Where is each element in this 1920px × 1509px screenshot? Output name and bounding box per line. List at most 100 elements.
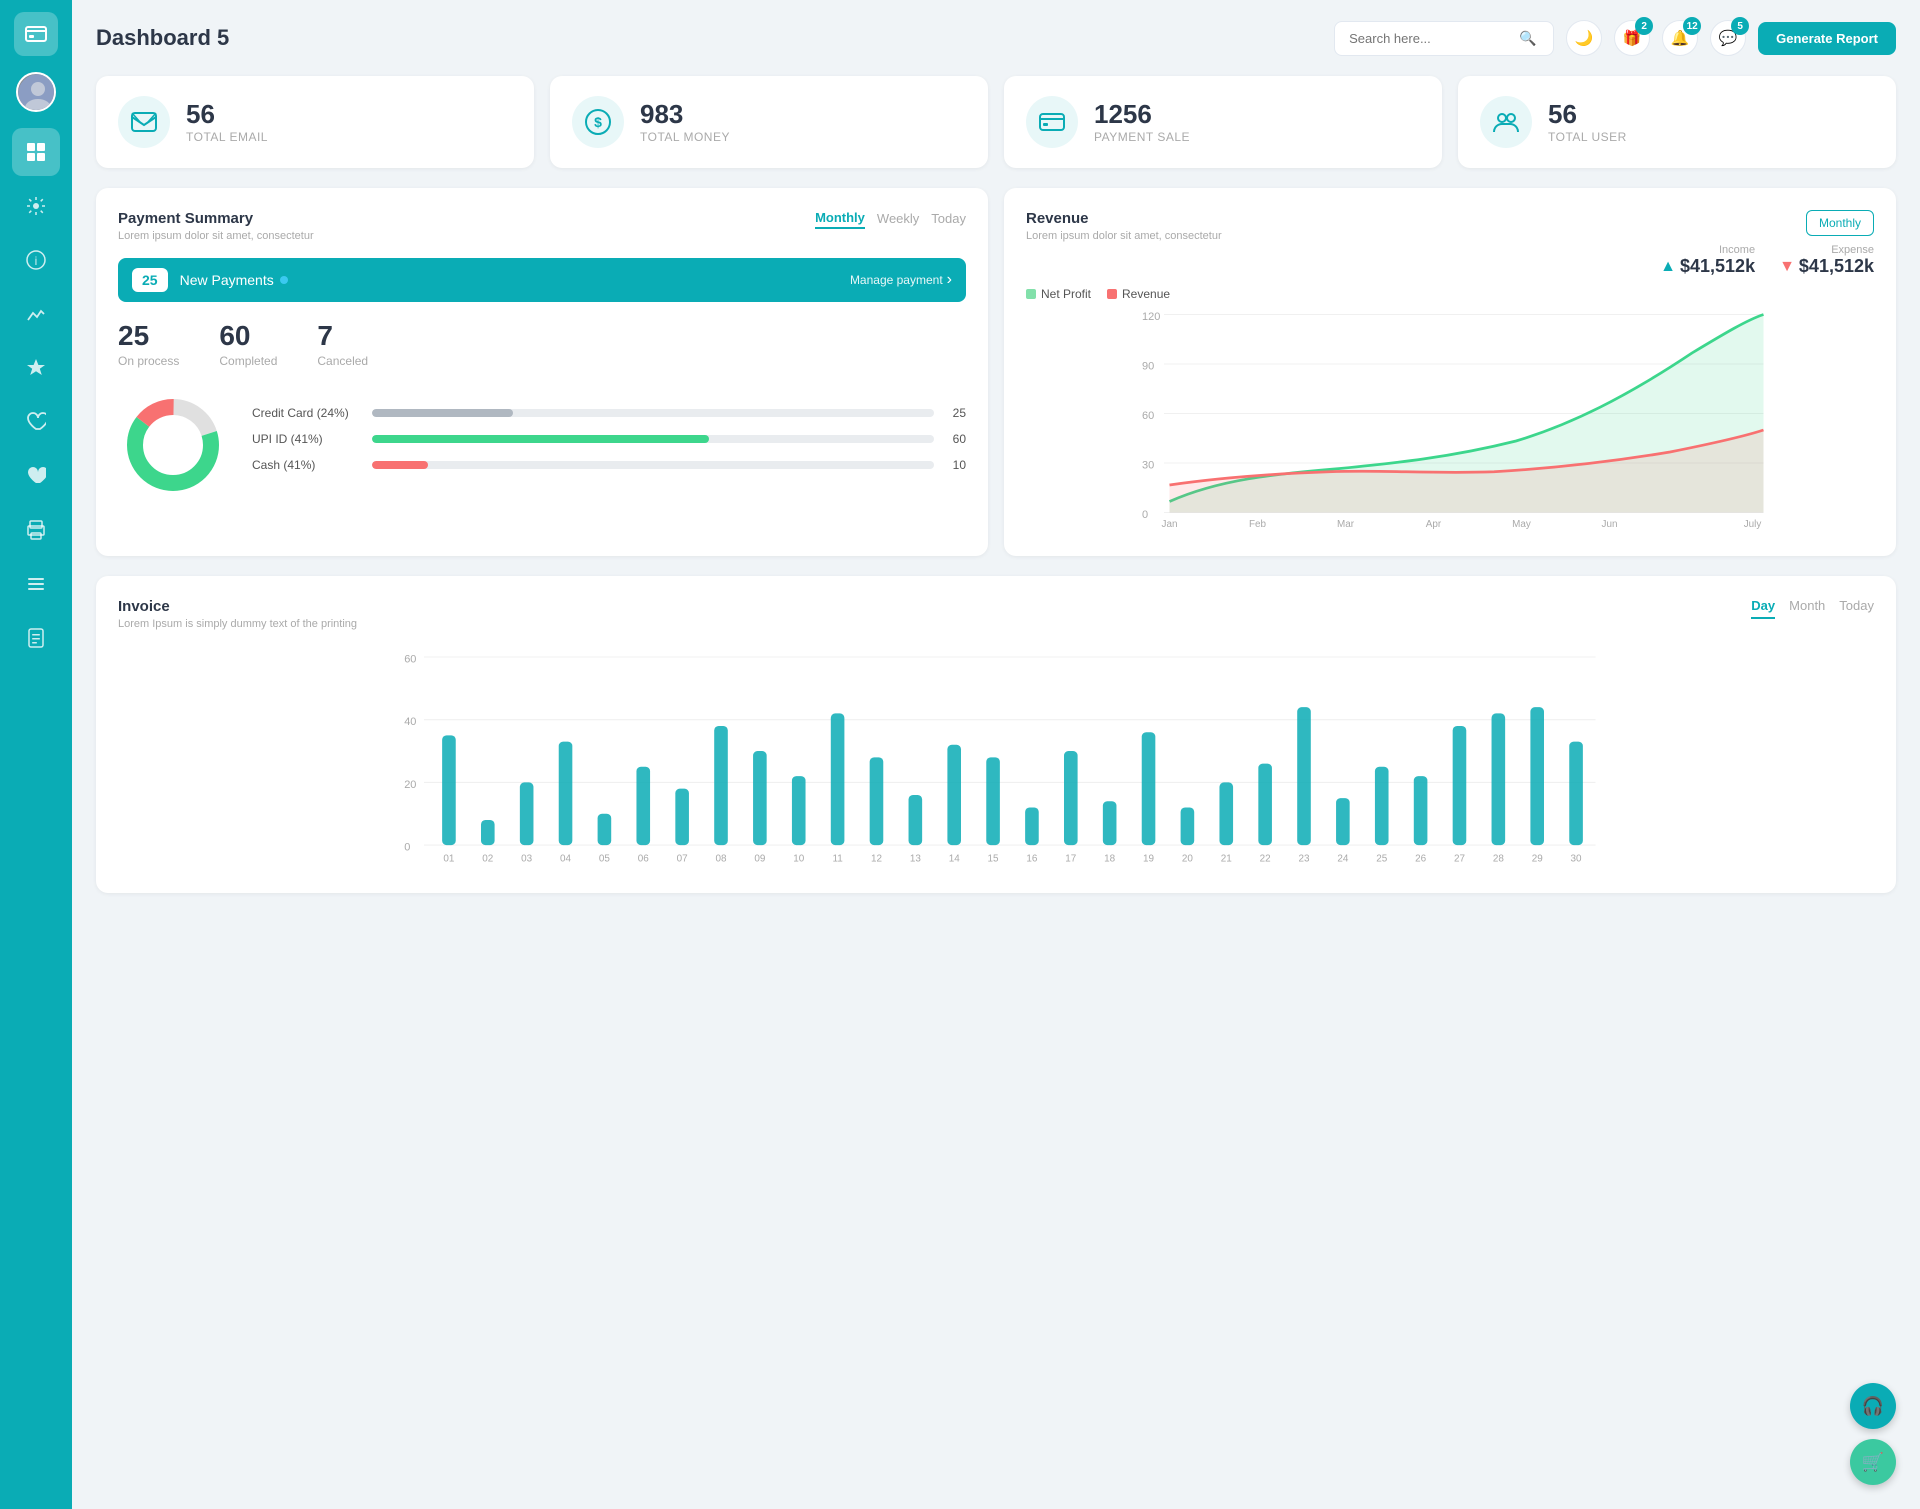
bell-badge: 12 xyxy=(1683,17,1701,35)
sidebar-logo[interactable] xyxy=(14,12,58,56)
fab-group: 🎧 🛒 xyxy=(1850,1383,1896,1485)
svg-text:Apr: Apr xyxy=(1426,519,1442,529)
svg-text:Jan: Jan xyxy=(1162,519,1178,529)
expense-block: Expense ▼ $41,512k xyxy=(1779,244,1874,277)
sidebar-item-dashboard[interactable] xyxy=(12,128,60,176)
cash-label: Cash (41%) xyxy=(252,458,362,472)
revenue-chart: 120 90 60 30 0 xyxy=(1026,309,1874,534)
revenue-card: Revenue Lorem ipsum dolor sit amet, cons… xyxy=(1004,188,1896,556)
credit-card-label: Credit Card (24%) xyxy=(252,406,362,420)
svg-text:60: 60 xyxy=(404,654,416,666)
sidebar-item-heart2[interactable] xyxy=(12,452,60,500)
income-up-icon: ▲ xyxy=(1660,258,1676,276)
invoice-header: Invoice Lorem Ipsum is simply dummy text… xyxy=(118,598,1874,630)
svg-text:0: 0 xyxy=(404,842,410,854)
on-process-number: 25 xyxy=(118,320,179,352)
cash-value: 10 xyxy=(944,458,966,472)
sidebar-item-chart[interactable] xyxy=(12,290,60,338)
manage-payment-link[interactable]: Manage payment xyxy=(850,273,943,287)
svg-text:05: 05 xyxy=(599,854,611,865)
revenue-dropdown[interactable]: Monthly xyxy=(1806,210,1874,236)
sidebar-item-info[interactable]: i xyxy=(12,236,60,284)
svg-text:July: July xyxy=(1744,519,1762,529)
svg-text:28: 28 xyxy=(1493,854,1505,865)
svg-text:16: 16 xyxy=(1026,854,1038,865)
on-process-label: On process xyxy=(118,354,179,368)
svg-text:23: 23 xyxy=(1298,854,1310,865)
invoice-tab-month[interactable]: Month xyxy=(1789,598,1825,619)
svg-text:i: i xyxy=(35,254,38,268)
svg-text:Mar: Mar xyxy=(1337,519,1355,529)
svg-text:Feb: Feb xyxy=(1249,519,1267,529)
invoice-title-block: Invoice Lorem Ipsum is simply dummy text… xyxy=(118,598,357,630)
page-title: Dashboard 5 xyxy=(96,25,1334,51)
tab-weekly[interactable]: Weekly xyxy=(877,211,919,228)
search-icon: 🔍 xyxy=(1519,30,1536,47)
legend-revenue: Revenue xyxy=(1107,287,1170,301)
payment-count-badge: 25 xyxy=(132,268,168,292)
svg-text:$: $ xyxy=(594,114,602,130)
sidebar-item-doc[interactable] xyxy=(12,614,60,662)
income-block: Income ▲ $41,512k xyxy=(1660,244,1755,277)
svg-text:0: 0 xyxy=(1142,509,1148,521)
revenue-amounts: Income ▲ $41,512k Expense ▼ $41,512k xyxy=(1660,244,1874,277)
chat-button[interactable]: 💬 5 xyxy=(1710,20,1746,56)
svg-text:02: 02 xyxy=(482,854,493,865)
sidebar-item-settings[interactable] xyxy=(12,182,60,230)
email-label: TOTAL EMAIL xyxy=(186,130,268,144)
svg-text:22: 22 xyxy=(1260,854,1271,865)
upi-value: 60 xyxy=(944,432,966,446)
svg-text:27: 27 xyxy=(1454,854,1465,865)
svg-text:11: 11 xyxy=(832,854,843,865)
support-fab[interactable]: 🎧 xyxy=(1850,1383,1896,1429)
bell-button[interactable]: 🔔 12 xyxy=(1662,20,1698,56)
completed-number: 60 xyxy=(219,320,277,352)
svg-text:13: 13 xyxy=(910,854,922,865)
search-input[interactable] xyxy=(1349,31,1519,46)
svg-text:30: 30 xyxy=(1571,854,1583,865)
invoice-tab-day[interactable]: Day xyxy=(1751,598,1775,619)
user-number: 56 xyxy=(1548,100,1627,129)
svg-text:90: 90 xyxy=(1142,361,1154,373)
svg-text:07: 07 xyxy=(677,854,688,865)
invoice-subtitle: Lorem Ipsum is simply dummy text of the … xyxy=(118,618,357,630)
stat-canceled: 7 Canceled xyxy=(317,320,368,368)
svg-text:26: 26 xyxy=(1415,854,1427,865)
email-number: 56 xyxy=(186,100,268,129)
sidebar-item-list[interactable] xyxy=(12,560,60,608)
upi-label: UPI ID (41%) xyxy=(252,432,362,446)
invoice-title: Invoice xyxy=(118,598,357,615)
cart-fab[interactable]: 🛒 xyxy=(1850,1439,1896,1485)
svg-text:18: 18 xyxy=(1104,854,1116,865)
money-number: 983 xyxy=(640,100,730,129)
sidebar-item-printer[interactable] xyxy=(12,506,60,554)
search-bar: 🔍 xyxy=(1334,21,1554,56)
generate-report-button[interactable]: Generate Report xyxy=(1758,22,1896,55)
sidebar-item-heart[interactable] xyxy=(12,398,60,446)
cash-progress-fill xyxy=(372,461,428,469)
invoice-tab-today[interactable]: Today xyxy=(1839,598,1874,619)
progress-item-cash: Cash (41%) 10 xyxy=(252,458,966,472)
payment-summary-subtitle: Lorem ipsum dolor sit amet, consectetur xyxy=(118,230,314,242)
svg-text:12: 12 xyxy=(871,854,882,865)
legend-dot-revenue xyxy=(1107,289,1117,299)
payment-summary-header: Payment Summary Lorem ipsum dolor sit am… xyxy=(118,210,966,242)
tab-monthly[interactable]: Monthly xyxy=(815,210,865,229)
manage-chevron-icon: › xyxy=(947,271,952,289)
header: Dashboard 5 🔍 🌙 🎁 2 🔔 12 💬 5 Generate Re… xyxy=(96,20,1896,56)
svg-text:20: 20 xyxy=(1182,854,1194,865)
legend-net-profit: Net Profit xyxy=(1026,287,1091,301)
revenue-title-block: Revenue Lorem ipsum dolor sit amet, cons… xyxy=(1026,210,1222,242)
svg-text:14: 14 xyxy=(949,854,961,865)
revenue-subtitle: Lorem ipsum dolor sit amet, consectetur xyxy=(1026,230,1222,242)
moon-button[interactable]: 🌙 xyxy=(1566,20,1602,56)
tab-today[interactable]: Today xyxy=(931,211,966,228)
avatar[interactable] xyxy=(16,72,56,112)
gift-button[interactable]: 🎁 2 xyxy=(1614,20,1650,56)
revenue-top: Revenue Lorem ipsum dolor sit amet, cons… xyxy=(1026,210,1874,277)
invoice-card: Invoice Lorem Ipsum is simply dummy text… xyxy=(96,576,1896,893)
sidebar-item-star[interactable] xyxy=(12,344,60,392)
svg-text:24: 24 xyxy=(1337,854,1349,865)
income-label: Income xyxy=(1660,244,1755,256)
progress-item-credit: Credit Card (24%) 25 xyxy=(252,406,966,420)
